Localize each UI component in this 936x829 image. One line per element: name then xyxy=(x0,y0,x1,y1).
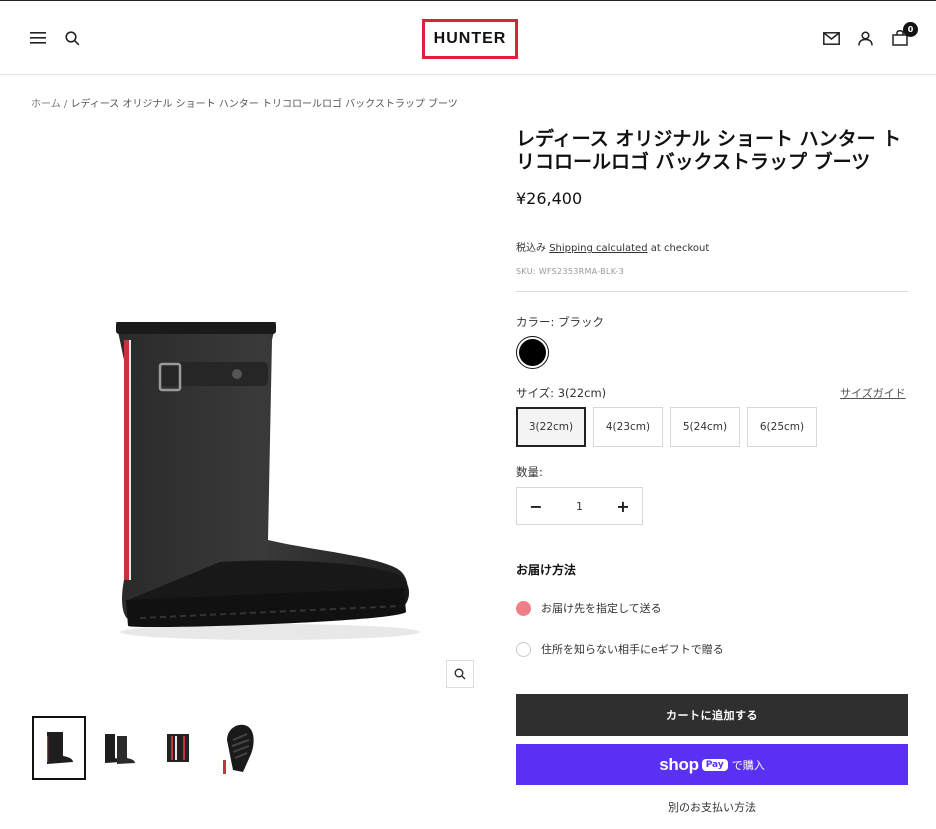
hunter-logo[interactable]: HUNTER xyxy=(422,19,518,59)
color-swatch-black[interactable] xyxy=(516,336,549,369)
size-option-label: サイズ: 3(22cm) xyxy=(516,385,606,401)
shop-pay-buy-text: で購入 xyxy=(731,758,765,772)
menu-icon[interactable] xyxy=(28,28,48,48)
color-value: ブラック xyxy=(558,315,605,329)
swatch-fill xyxy=(519,339,546,366)
shipping-link[interactable]: Shipping calculated xyxy=(549,243,647,254)
size-button[interactable]: 4(23cm) xyxy=(593,407,663,447)
quantity-label: 数量: xyxy=(516,465,543,479)
breadcrumb-current: レディース オリジナル ショート ハンター トリコロールロゴ バックストラップ … xyxy=(70,99,458,110)
cart-count-badge: 0 xyxy=(903,22,918,37)
tax-suffix: at checkout xyxy=(647,243,710,254)
logo-text: HUNTER xyxy=(433,30,507,47)
breadcrumb-separator: / xyxy=(60,99,71,110)
zoom-button[interactable] xyxy=(446,660,474,688)
size-guide-link[interactable]: サイズガイド xyxy=(840,385,906,401)
product-main-image xyxy=(100,300,430,650)
delivery-option-label: 住所を知らない相手にeギフトで贈る xyxy=(541,643,724,656)
breadcrumb-home[interactable]: ホーム xyxy=(31,99,61,110)
mail-icon[interactable] xyxy=(821,28,841,48)
size-button[interactable]: 6(25cm) xyxy=(747,407,817,447)
add-to-cart-button[interactable]: カートに追加する xyxy=(516,694,908,736)
account-icon[interactable] xyxy=(855,28,875,48)
color-label: カラー: xyxy=(516,315,555,329)
size-label: サイズ: xyxy=(516,386,555,400)
radio-selected[interactable] xyxy=(516,600,531,616)
delivery-option-ship[interactable]: お届け先を指定して送る xyxy=(516,600,662,616)
thumbnail-4[interactable] xyxy=(212,716,266,780)
thumbnail-2[interactable] xyxy=(92,716,146,780)
size-value: 3(22cm) xyxy=(557,386,607,400)
product-price: ¥26,400 xyxy=(516,189,583,208)
delivery-option-egift[interactable]: 住所を知らない相手にeギフトで贈る xyxy=(516,641,724,657)
more-payment-options-link[interactable]: 別のお支払い方法 xyxy=(516,799,908,815)
zoom-icon xyxy=(454,668,466,680)
site-header: HUNTER 0 xyxy=(0,0,936,75)
cart-icon[interactable]: 0 xyxy=(890,22,918,48)
size-button[interactable]: 3(22cm) xyxy=(516,407,586,447)
thumbnail-1[interactable] xyxy=(32,716,86,780)
breadcrumb: ホーム / レディース オリジナル ショート ハンター トリコロールロゴ バック… xyxy=(31,95,458,110)
tax-note: 税込み Shipping calculated at checkout xyxy=(516,239,709,254)
divider xyxy=(516,291,908,292)
color-option-label: カラー: ブラック xyxy=(516,314,604,330)
product-title: レディース オリジナル ショート ハンター トリコロールロゴ バックストラップ … xyxy=(516,128,902,173)
search-icon[interactable] xyxy=(62,28,82,48)
quantity-stepper: − 1 + xyxy=(516,487,643,525)
shop-pay-logo: shop xyxy=(659,754,699,774)
size-button[interactable]: 5(24cm) xyxy=(670,407,740,447)
tax-prefix: 税込み xyxy=(516,243,546,254)
pay-badge: Pay xyxy=(701,758,728,771)
increase-quantity-button[interactable]: + xyxy=(616,497,630,516)
decrease-quantity-button[interactable]: − xyxy=(529,497,543,516)
thumbnail-3[interactable] xyxy=(152,716,206,780)
product-sku: SKU: WFS2353RMA-BLK-3 xyxy=(516,267,624,276)
radio-unselected[interactable] xyxy=(516,641,531,657)
delivery-method-title: お届け方法 xyxy=(516,563,577,577)
shop-pay-button[interactable]: shop Pay で購入 xyxy=(516,744,908,785)
quantity-value[interactable]: 1 xyxy=(576,500,583,513)
delivery-option-label: お届け先を指定して送る xyxy=(541,602,662,615)
